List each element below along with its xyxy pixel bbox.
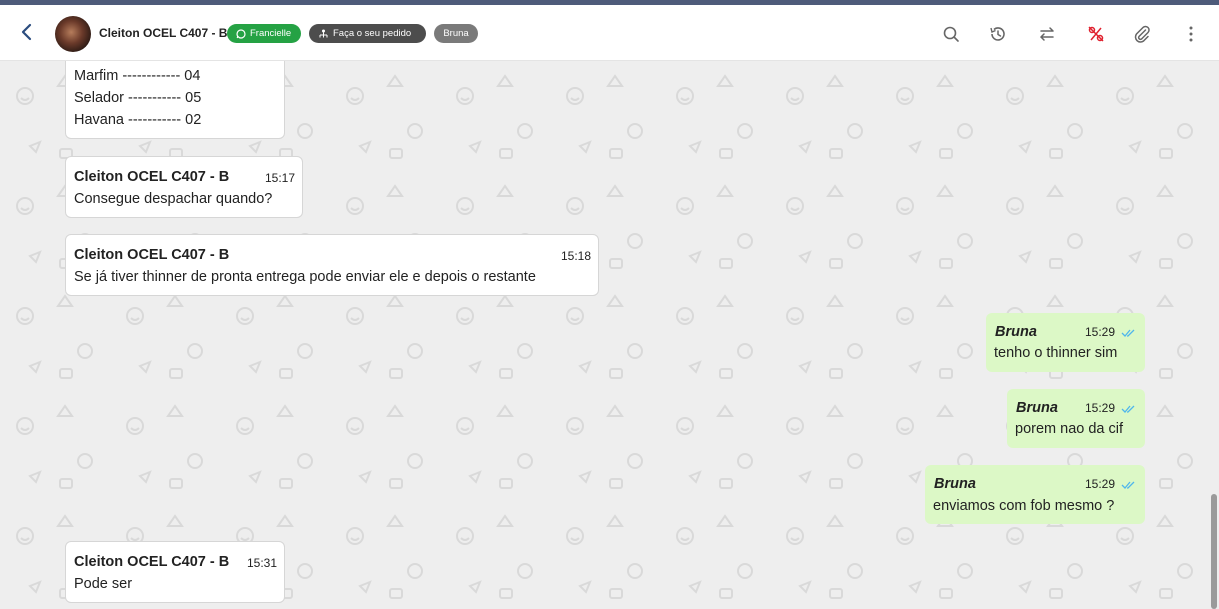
incoming-message[interactable]: Cleiton OCEL C407 - B 15:17 Consegue des… xyxy=(65,156,303,218)
message-text: Se já tiver thinner de pronta entrega po… xyxy=(74,269,536,285)
agent-tag-label: Francielle xyxy=(250,28,292,39)
message-time: 15:29 xyxy=(1085,325,1116,339)
message-text: enviamos com fob mesmo ? xyxy=(933,498,1115,514)
message-text: tenho o thinner sim xyxy=(994,345,1118,361)
user-tag-label: Bruna xyxy=(443,28,469,39)
message-text: Havana ----------- 02 xyxy=(74,112,202,128)
chat-area[interactable]: Marfim ------------ 04 Selador ---------… xyxy=(0,61,1219,609)
back-arrow-icon[interactable] xyxy=(16,21,38,43)
message-time: 15:31 xyxy=(247,556,278,570)
incoming-message[interactable]: Cleiton OCEL C407 - B 15:31 Pode ser xyxy=(65,541,285,603)
message-time: 15:29 xyxy=(1085,477,1116,491)
message-text: porem nao da cif xyxy=(1015,421,1124,437)
read-checks-icon xyxy=(1121,481,1135,489)
avatar[interactable] xyxy=(55,16,91,52)
message-time: 15:17 xyxy=(265,171,296,185)
search-icon[interactable] xyxy=(940,23,962,45)
outgoing-message[interactable]: Bruna 15:29 tenho o thinner sim xyxy=(986,313,1145,372)
contact-name[interactable]: Cleiton OCEL C407 - B xyxy=(99,26,227,40)
read-checks-icon xyxy=(1121,329,1135,337)
transfer-icon[interactable] xyxy=(1036,23,1058,45)
message-sender: Cleiton OCEL C407 - B xyxy=(74,554,230,570)
message-time: 15:18 xyxy=(561,249,592,263)
message-sender: Cleiton OCEL C407 - B xyxy=(74,169,230,185)
message-text: Pode ser xyxy=(74,576,133,592)
chat-scrollbar[interactable] xyxy=(1211,494,1217,609)
whatsapp-icon xyxy=(236,28,246,39)
agent-tag[interactable]: Francielle xyxy=(227,24,301,43)
message-text: Consegue despachar quando? xyxy=(74,191,273,207)
outgoing-message[interactable]: Bruna 15:29 enviamos com fob mesmo ? xyxy=(925,465,1145,524)
network-icon xyxy=(319,29,328,37)
history-icon[interactable] xyxy=(987,23,1009,45)
outgoing-message[interactable]: Bruna 15:29 porem nao da cif xyxy=(1007,389,1145,448)
message-text: Selador ----------- 05 xyxy=(74,90,202,106)
message-text: Marfim ------------ 04 xyxy=(74,68,201,84)
message-sender: Bruna xyxy=(995,324,1037,340)
no-percent-icon[interactable] xyxy=(1085,23,1107,45)
message-sender: Cleiton OCEL C407 - B xyxy=(74,247,230,263)
user-tag[interactable]: Bruna xyxy=(434,24,478,43)
more-vertical-icon[interactable] xyxy=(1180,23,1202,45)
incoming-message[interactable]: Marfim ------------ 04 Selador ---------… xyxy=(65,61,285,139)
message-sender: Bruna xyxy=(934,476,976,492)
message-sender: Bruna xyxy=(1016,400,1058,416)
chat-header: Cleiton OCEL C407 - B Francielle Faça o … xyxy=(0,5,1219,61)
message-time: 15:29 xyxy=(1085,401,1116,415)
read-checks-icon xyxy=(1121,405,1135,413)
paperclip-icon[interactable] xyxy=(1131,23,1153,45)
incoming-message[interactable]: Cleiton OCEL C407 - B 15:18 Se já tiver … xyxy=(65,234,599,296)
order-tag-label: Faça o seu pedido xyxy=(333,28,412,39)
order-tag[interactable]: Faça o seu pedido xyxy=(309,24,426,43)
